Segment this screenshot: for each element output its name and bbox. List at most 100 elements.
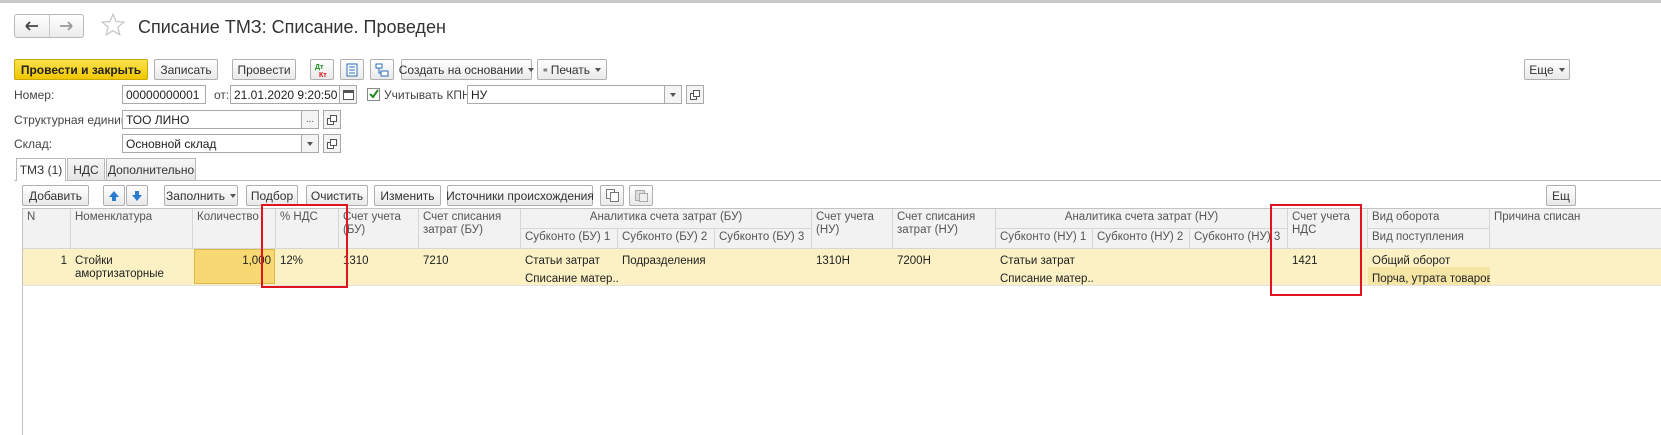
col-header-subconto-nu-2[interactable]: Субконто (НУ) 2 — [1093, 229, 1190, 249]
cell-writeoff-account-bu[interactable]: 7210 — [419, 253, 521, 270]
dt-kt-button[interactable]: Дт Кт — [310, 59, 334, 80]
col-header-analytics-nu: Аналитика счета затрат (НУ) — [996, 209, 1288, 229]
more-button[interactable]: Еще — [1524, 59, 1570, 80]
chevron-down-icon — [307, 141, 313, 146]
cell-nomenclature-line2: амортизаторные — [75, 268, 164, 280]
col-header-receipt-type[interactable]: Вид поступления — [1368, 229, 1490, 249]
open-window-icon — [327, 114, 337, 125]
arrow-up-icon — [109, 190, 119, 201]
unit-open-button[interactable] — [323, 110, 341, 129]
arrow-down-icon — [132, 190, 142, 201]
col-header-subconto-bu-2[interactable]: Субконто (БУ) 2 — [618, 229, 715, 249]
post-button[interactable]: Провести — [232, 59, 296, 80]
move-down-button[interactable] — [126, 185, 148, 206]
tab-additional[interactable]: Дополнительно — [106, 158, 196, 180]
chevron-down-icon — [229, 193, 236, 198]
fill-button[interactable]: Заполнить — [164, 185, 238, 206]
structure-button[interactable] — [370, 59, 394, 80]
page-title: Списание ТМЗ: Списание. Проведен — [138, 17, 446, 37]
cell-n: 1 — [60, 255, 67, 267]
arrow-left-icon — [25, 21, 38, 31]
cell-account-nu[interactable]: 1310Н — [812, 253, 893, 270]
unit-select-button[interactable]: ... — [301, 110, 319, 129]
cell-subconto-bu-1-type[interactable]: Статьи затрат — [521, 253, 618, 270]
forward-button[interactable] — [50, 15, 84, 37]
kpn-checkbox[interactable] — [367, 88, 380, 101]
cell-turnover-type[interactable]: Общий оборот — [1368, 253, 1490, 270]
unit-label: Структурная единица: — [14, 113, 138, 127]
open-window-icon — [690, 89, 700, 100]
kpn-open-button[interactable] — [686, 85, 704, 104]
checkmark-icon — [369, 89, 379, 99]
create-based-on-button[interactable]: Создать на основании — [398, 59, 535, 80]
col-header-subconto-bu-3[interactable]: Субконто (БУ) 3 — [715, 229, 812, 249]
change-button[interactable]: Изменить — [374, 185, 441, 206]
copy-icon — [605, 189, 619, 202]
tab-vat[interactable]: НДС — [67, 158, 105, 180]
cell-subconto-nu-1-type[interactable]: Статьи затрат — [996, 253, 1093, 270]
warehouse-open-button[interactable] — [323, 134, 341, 153]
open-window-icon — [327, 138, 337, 149]
arrow-right-icon — [60, 21, 73, 31]
tab-tmz[interactable]: ТМЗ (1) — [16, 158, 66, 181]
svg-text:Дт: Дт — [315, 64, 324, 71]
date-label: от: — [214, 88, 230, 102]
cell-subconto-bu-2[interactable]: Подразделения — [618, 253, 715, 270]
back-button[interactable] — [15, 15, 50, 37]
window-top-border — [0, 0, 1661, 3]
col-header-n[interactable]: N — [23, 209, 71, 249]
tab-divider — [14, 180, 1661, 181]
copy-button[interactable] — [600, 185, 624, 206]
calendar-icon — [342, 90, 354, 100]
chevron-down-icon — [670, 92, 676, 97]
clear-button[interactable]: Очистить — [306, 185, 368, 206]
number-field[interactable]: 00000000001 — [122, 85, 206, 104]
post-and-close-button[interactable]: Провести и закрыть — [14, 59, 148, 80]
number-label: Номер: — [14, 88, 55, 102]
date-field[interactable]: 21.01.2020 9:20:50 — [230, 85, 340, 104]
sources-button[interactable]: Источники происхождения — [446, 185, 594, 206]
warehouse-label: Склад: — [14, 137, 53, 151]
col-header-account-bu[interactable]: Счет учета (БУ) — [339, 209, 419, 249]
save-button[interactable]: Записать — [154, 59, 218, 80]
col-header-writeoff-account-nu[interactable]: Счет списания затрат (НУ) — [893, 209, 996, 249]
chevron-down-icon — [1558, 67, 1565, 72]
unit-field[interactable]: ТОО ЛИНО — [122, 110, 302, 129]
col-header-subconto-bu-1[interactable]: Субконто (БУ) 1 — [521, 229, 618, 249]
cell-account-bu[interactable]: 1310 — [339, 253, 419, 270]
favorite-star-icon[interactable] — [100, 12, 126, 41]
add-row-button[interactable]: Добавить — [22, 185, 89, 206]
col-header-writeoff-account-bu[interactable]: Счет списания затрат (БУ) — [419, 209, 521, 249]
warehouse-field[interactable]: Основной склад — [122, 134, 302, 153]
printer-icon — [543, 67, 548, 72]
kpn-select[interactable]: НУ — [467, 85, 665, 104]
paste-button[interactable] — [629, 185, 653, 206]
document-list-icon — [346, 63, 358, 76]
warehouse-dropdown-button[interactable] — [301, 134, 319, 153]
col-header-analytics-bu: Аналитика счета затрат (БУ) — [521, 209, 812, 229]
col-header-nomenclature[interactable]: Номенклатура — [71, 209, 193, 249]
nav-buttons — [14, 14, 84, 38]
col-header-turnover-type[interactable]: Вид оборота — [1368, 209, 1490, 229]
calendar-button[interactable] — [339, 85, 357, 104]
table-more-button[interactable]: Ещ — [1546, 185, 1576, 206]
chevron-down-icon — [595, 67, 601, 72]
create-based-on-label: Создать на основании — [398, 62, 524, 77]
move-up-button[interactable] — [103, 185, 125, 206]
selection-button[interactable]: Подбор — [246, 185, 298, 206]
svg-text:Кт: Кт — [319, 72, 327, 78]
kpn-dropdown-button[interactable] — [664, 85, 682, 104]
journal-button[interactable] — [340, 59, 364, 80]
print-label: Печать — [550, 62, 590, 77]
cell-writeoff-account-nu[interactable]: 7200Н — [893, 253, 996, 270]
col-header-subconto-nu-1[interactable]: Субконто (НУ) 1 — [996, 229, 1093, 249]
print-button[interactable]: Печать — [537, 59, 607, 80]
structure-icon — [375, 63, 389, 76]
more-label: Еще — [1529, 62, 1554, 77]
highlight-box-vat-account — [1270, 204, 1362, 296]
dt-kt-icon: Дт Кт — [315, 64, 327, 78]
col-header-account-nu[interactable]: Счет учета (НУ) — [812, 209, 893, 249]
col-header-writeoff-reason[interactable]: Причина списан — [1490, 209, 1661, 249]
paste-icon — [634, 190, 648, 202]
fill-label: Заполнить — [166, 188, 225, 203]
